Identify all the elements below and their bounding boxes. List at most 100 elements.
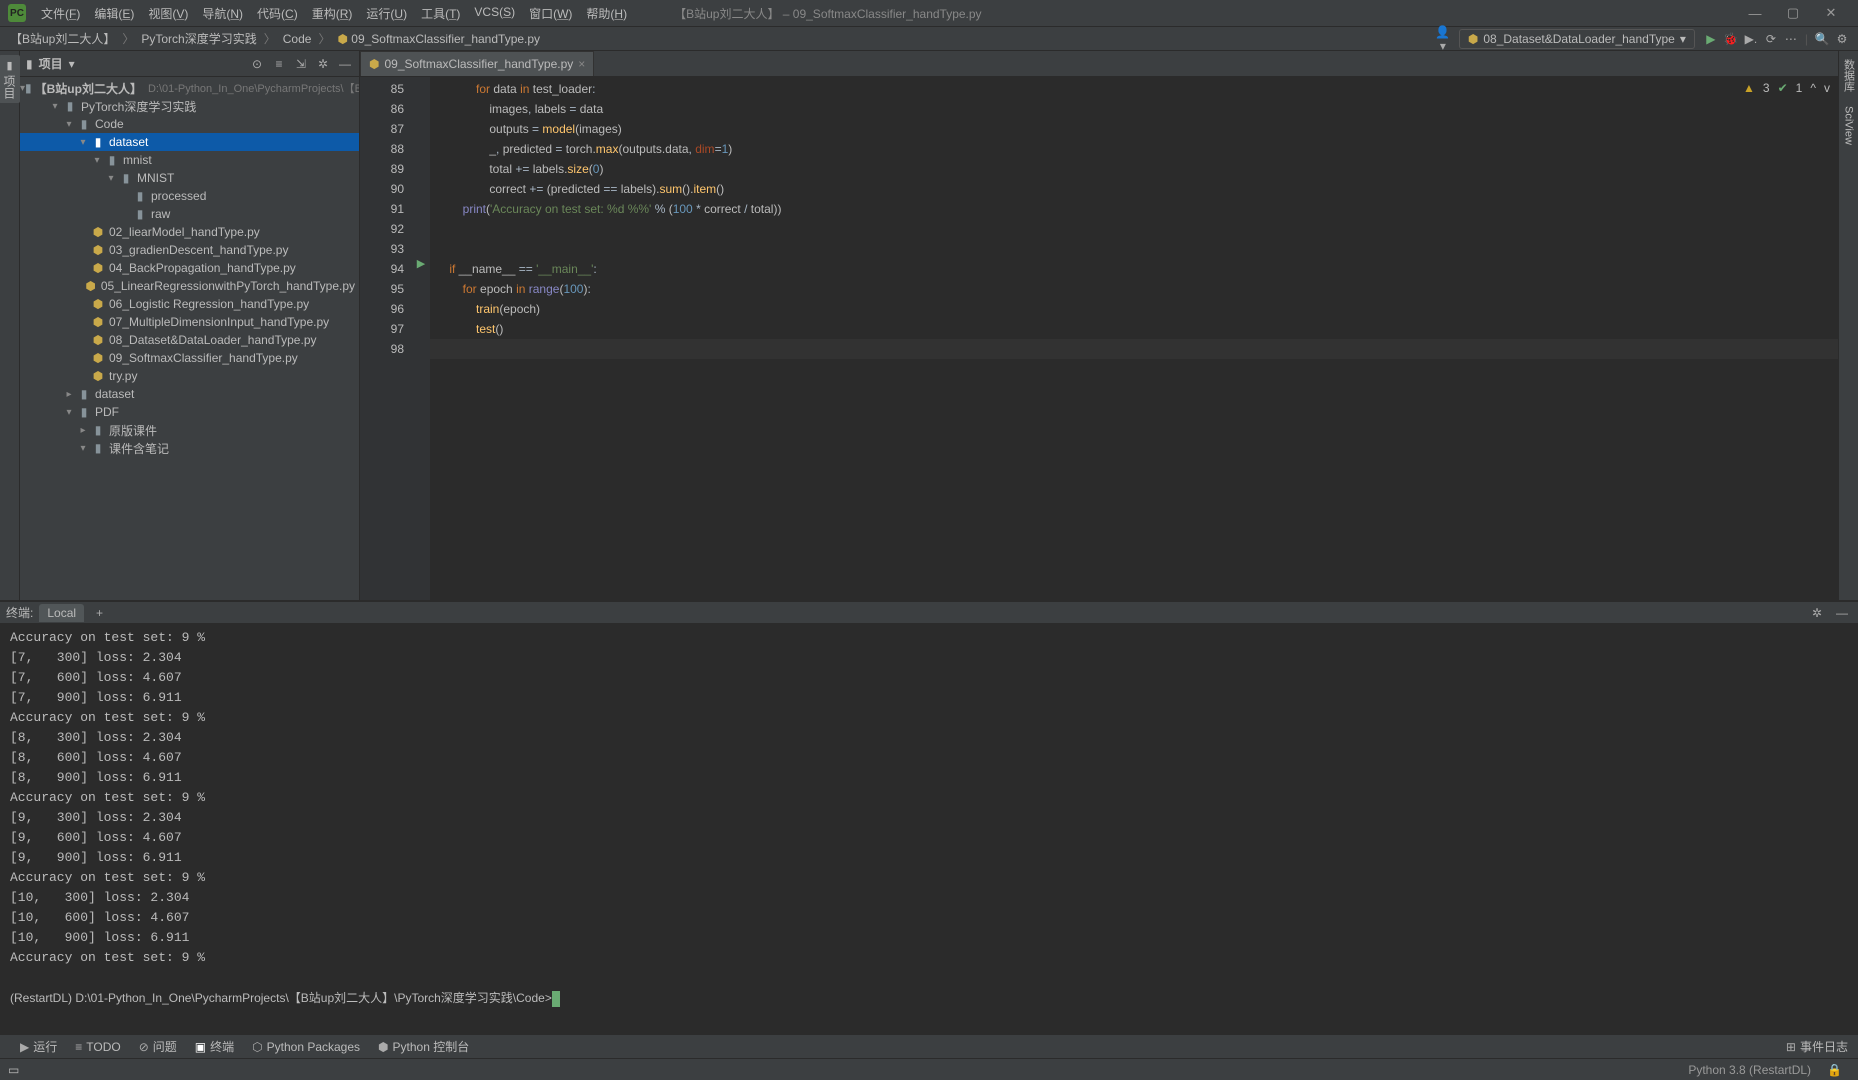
sciview-tool-tab[interactable]: SciView [1841, 102, 1857, 149]
menu-item[interactable]: 窗口(W) [522, 5, 579, 22]
tree-row[interactable]: ▾▮MNIST [20, 169, 359, 187]
left-tool-sidebar: ▮ 项目 [0, 51, 20, 600]
chevron-down-icon: ▾ [1680, 32, 1686, 46]
editor-area: ⬢ 09_SoftmaxClassifier_handType.py × 858… [360, 51, 1838, 600]
terminal-title: 终端: [6, 604, 33, 621]
project-tool-tab[interactable]: ▮ 项目 [0, 55, 20, 103]
tree-row[interactable]: ⬢07_MultipleDimensionInput_handType.py [20, 313, 359, 331]
menu-item[interactable]: 文件(F) [34, 5, 87, 22]
chevron-down-icon[interactable]: v [1824, 81, 1830, 95]
todo-tool-button[interactable]: ≡ TODO [71, 1040, 124, 1054]
menu-item[interactable]: 工具(T) [414, 5, 467, 22]
add-terminal-icon[interactable]: + [90, 606, 109, 620]
profile-icon[interactable]: ⟳ [1761, 32, 1781, 46]
minimize-icon[interactable]: — [1736, 6, 1774, 21]
project-panel: ▮ 项目 ▾ ⊙ ≡ ⇲ ✲ — ▾ ▮ 【B站up刘二大人】 D:\01-Py… [20, 51, 360, 600]
chevron-down-icon[interactable]: ▾ [69, 57, 75, 71]
tree-row[interactable]: ▮processed [20, 187, 359, 205]
tree-row[interactable]: ▾▮PyTorch深度学习实践 [20, 97, 359, 115]
breadcrumb[interactable]: PyTorch深度学习实践 [137, 30, 260, 47]
tree-row[interactable]: ▾▮mnist [20, 151, 359, 169]
tree-row[interactable]: ▾▮Code [20, 115, 359, 133]
tree-row[interactable]: ⬢04_BackPropagation_handType.py [20, 259, 359, 277]
breadcrumb[interactable]: Code [279, 32, 316, 46]
settings-icon[interactable]: ✲ [315, 57, 331, 71]
run-icon[interactable]: ▶ [1701, 32, 1721, 46]
terminal-settings-icon[interactable]: ✲ [1808, 606, 1826, 620]
tree-row[interactable]: ▸▮原版课件 [20, 421, 359, 439]
python-icon: ⬢ [1468, 32, 1478, 46]
breadcrumb-file[interactable]: ⬢ 09_SoftmaxClassifier_handType.py [333, 32, 544, 46]
status-icon[interactable]: ▭ [8, 1063, 19, 1077]
python-icon: ⬢ [369, 57, 379, 71]
tree-row[interactable]: ⬢06_Logistic Regression_handType.py [20, 295, 359, 313]
code-editor[interactable]: 8586878889909192939495969798 ▶ for data … [360, 77, 1838, 600]
chevron-up-icon[interactable]: ^ [1810, 81, 1816, 95]
database-tool-tab[interactable]: 数据库 [1839, 55, 1858, 96]
run-tool-button[interactable]: ▶ 运行 [16, 1038, 61, 1055]
lock-icon[interactable]: 🔒 [1819, 1063, 1850, 1077]
folder-icon: ▮ [26, 57, 33, 71]
right-tool-sidebar: 数据库 SciView [1838, 51, 1858, 600]
bottom-toolbar: ▶ 运行 ≡ TODO ⊘ 问题 ▣ 终端 ⬡ Python Packages … [0, 1034, 1858, 1058]
warnings-icon: ▲ [1743, 81, 1755, 95]
select-opened-icon[interactable]: ⊙ [249, 57, 265, 71]
tree-root[interactable]: ▾ ▮ 【B站up刘二大人】 D:\01-Python_In_One\Pycha… [20, 79, 359, 97]
project-tree[interactable]: ▾ ▮ 【B站up刘二大人】 D:\01-Python_In_One\Pycha… [20, 77, 359, 600]
tree-row[interactable]: ⬢08_Dataset&DataLoader_handType.py [20, 331, 359, 349]
editor-tab[interactable]: ⬢ 09_SoftmaxClassifier_handType.py × [360, 51, 594, 76]
terminal-tab-local[interactable]: Local [39, 604, 84, 622]
editor-tab-label: 09_SoftmaxClassifier_handType.py [384, 57, 573, 71]
run-config-label: 08_Dataset&DataLoader_handType [1483, 32, 1674, 46]
collapse-all-icon[interactable]: ⇲ [293, 57, 309, 71]
editor-tabbar: ⬢ 09_SoftmaxClassifier_handType.py × [360, 51, 1838, 77]
tree-row[interactable]: ⬢09_SoftmaxClassifier_handType.py [20, 349, 359, 367]
tree-row[interactable]: ▾▮dataset [20, 133, 359, 151]
settings-icon[interactable]: ⚙ [1832, 32, 1852, 46]
app-logo-icon: PC [8, 4, 26, 22]
menu-item[interactable]: 重构(R) [305, 5, 360, 22]
more-run-icon[interactable]: ⋯ [1781, 32, 1801, 46]
python-packages-tool-button[interactable]: ⬡ Python Packages [248, 1040, 364, 1054]
tree-row[interactable]: ▮raw [20, 205, 359, 223]
menubar: PC 文件(F)编辑(E)视图(V)导航(N)代码(C)重构(R)运行(U)工具… [0, 0, 1858, 27]
problems-tool-button[interactable]: ⊘ 问题 [135, 1038, 181, 1055]
event-log-button[interactable]: ⊞ 事件日志 [1782, 1038, 1852, 1055]
tree-row[interactable]: ⬢03_gradienDescent_handType.py [20, 241, 359, 259]
hide-icon[interactable]: — [337, 57, 353, 71]
project-panel-title: 项目 [39, 55, 63, 72]
menu-item[interactable]: 导航(N) [195, 5, 250, 22]
close-tab-icon[interactable]: × [578, 57, 585, 71]
user-icon[interactable]: 👤▾ [1433, 25, 1453, 53]
run-config-selector[interactable]: ⬢ 08_Dataset&DataLoader_handType ▾ [1459, 29, 1695, 49]
search-everywhere-icon[interactable]: 🔍 [1812, 32, 1832, 46]
terminal-tool-button[interactable]: ▣ 终端 [191, 1038, 238, 1055]
terminal-output[interactable]: Accuracy on test set: 9 % [7, 300] loss:… [0, 624, 1858, 1034]
menu-item[interactable]: 视图(V) [141, 5, 195, 22]
menu-item[interactable]: 运行(U) [359, 5, 414, 22]
menu-item[interactable]: VCS(S) [467, 5, 522, 22]
tree-row[interactable]: ▾▮课件含笔记 [20, 439, 359, 457]
hide-terminal-icon[interactable]: — [1832, 606, 1852, 620]
expand-all-icon[interactable]: ≡ [271, 57, 287, 71]
menu-item[interactable]: 代码(C) [250, 5, 305, 22]
menu-item[interactable]: 帮助(H) [579, 5, 634, 22]
python-console-tool-button[interactable]: ⬢ Python 控制台 [374, 1038, 473, 1055]
editor-inspection-status[interactable]: ▲3 ✔1 ^ v [1743, 81, 1830, 95]
interpreter-status[interactable]: Python 3.8 (RestartDL) [1680, 1063, 1819, 1077]
tree-row[interactable]: ⬢05_LinearRegressionwithPyTorch_handType… [20, 277, 359, 295]
tree-row[interactable]: ⬢try.py [20, 367, 359, 385]
status-bar: ▭ Python 3.8 (RestartDL) 🔒 [0, 1058, 1858, 1080]
menu-item[interactable]: 编辑(E) [87, 5, 141, 22]
debug-icon[interactable]: 🐞 [1721, 32, 1741, 46]
coverage-icon[interactable]: ▶. [1741, 32, 1761, 46]
terminal-panel: 终端: Local + ✲ — Accuracy on test set: 9 … [0, 600, 1858, 1034]
tree-row[interactable]: ▾▮PDF [20, 403, 359, 421]
close-icon[interactable]: ✕ [1812, 5, 1850, 21]
maximize-icon[interactable]: ▢ [1774, 5, 1812, 21]
ok-icon: ✔ [1778, 81, 1788, 95]
tree-row[interactable]: ▸▮dataset [20, 385, 359, 403]
breadcrumb[interactable]: 【B站up刘二大人】 [6, 30, 119, 47]
window-title: 【B站up刘二大人】 – 09_SoftmaxClassifier_handTy… [674, 5, 981, 22]
tree-row[interactable]: ⬢02_liearModel_handType.py [20, 223, 359, 241]
